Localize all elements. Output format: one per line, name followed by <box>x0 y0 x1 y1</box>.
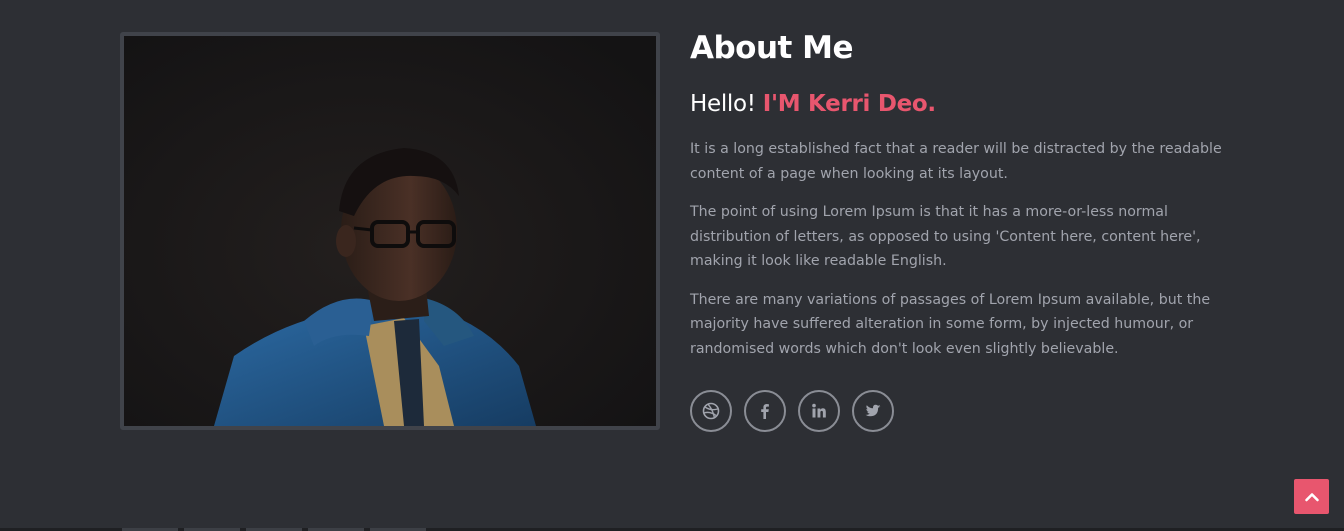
twitter-link[interactable] <box>852 390 894 432</box>
linkedin-link[interactable] <box>798 390 840 432</box>
dribbble-link[interactable] <box>690 390 732 432</box>
bio-paragraph: The point of using Lorem Ipsum is that i… <box>690 204 1201 269</box>
profile-photo <box>120 32 660 430</box>
facebook-link[interactable] <box>744 390 786 432</box>
about-section: About Me Hello! I'M Kerri Deo. It is a l… <box>0 0 1344 531</box>
dribbble-icon <box>702 402 720 420</box>
social-links <box>690 390 894 432</box>
bio-paragraph: It is a long established fact that a rea… <box>690 141 1222 182</box>
bio-paragraph: There are many variations of passages of… <box>690 291 1211 357</box>
person-name: I'M Kerri Deo. <box>762 91 936 117</box>
facebook-icon <box>761 404 769 419</box>
greeting: Hello! I'M Kerri Deo. <box>690 88 1250 120</box>
twitter-icon <box>865 404 881 417</box>
back-to-top-button[interactable] <box>1294 479 1329 514</box>
page-title: About Me <box>690 30 854 66</box>
linkedin-icon <box>812 403 826 418</box>
greeting-prefix: Hello! <box>690 91 756 117</box>
about-content: About Me Hello! I'M Kerri Deo. It is a l… <box>690 28 1250 361</box>
chevron-up-icon <box>1304 492 1319 501</box>
